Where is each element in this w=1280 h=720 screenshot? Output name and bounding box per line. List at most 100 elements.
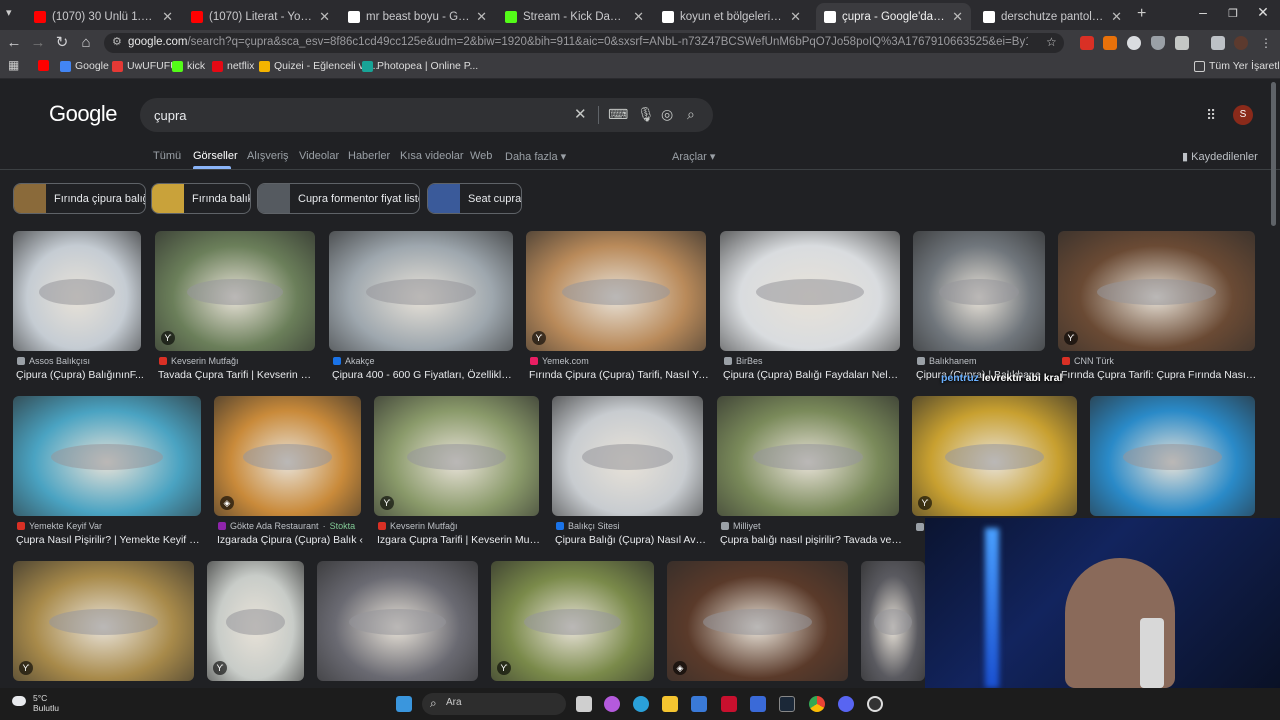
minimize-button[interactable]: – [1188, 4, 1218, 20]
tab-close-icon[interactable]: ✕ [162, 9, 173, 25]
image-thumbnail[interactable] [552, 396, 703, 516]
image-result-card[interactable]: ϒ Yemek.com Fırında Çipura (Çupra) Tarifi,… [526, 231, 709, 387]
result-title[interactable]: Çupra Nasıl Pişirilir? | Yemekte Keyif V… [16, 534, 204, 546]
camera-lens-icon[interactable]: ◎ [661, 106, 673, 123]
browser-tab[interactable]: (1070) 30 Ünlü 1.000.000 Dolar ✕ [26, 3, 181, 30]
search-tab[interactable]: Haberler [348, 150, 390, 162]
image-result-card[interactable]: ϒ CNN Türk Fırında Çupra Tarifi: Çupra Fır… [1058, 231, 1258, 387]
shield-icon[interactable] [1151, 36, 1165, 50]
result-source[interactable]: Balıkhanem [917, 356, 977, 366]
app-icon-red[interactable] [721, 696, 737, 712]
bookmark-item[interactable]: kick [172, 60, 205, 72]
image-thumbnail[interactable]: ϒ [491, 561, 654, 681]
result-source[interactable]: Akakçe [333, 356, 375, 366]
store-icon[interactable] [691, 696, 707, 712]
result-source[interactable]: Milliyet [721, 521, 761, 531]
bookmark-item[interactable] [38, 60, 49, 71]
image-result-card[interactable]: ϒ Kevserin Mutfağı Izgara Çupra Tarifi | K… [374, 396, 542, 552]
result-source[interactable]: Kevserin Mutfağı [378, 521, 458, 531]
reload-icon[interactable]: ↻ [52, 33, 72, 53]
chrome-icon[interactable] [809, 696, 825, 712]
image-result-card[interactable]: Balıkhanem Çipura (Çupra) | Balıkhane [913, 231, 1045, 387]
tab-search-button[interactable]: ▾ [6, 6, 12, 19]
image-thumbnail[interactable] [861, 561, 925, 681]
image-thumbnail[interactable]: ◈ [667, 561, 848, 681]
image-result-card[interactable]: BirBes Çipura (Çupra) Balığı Faydaları Ne… [720, 231, 903, 387]
image-thumbnail[interactable] [13, 231, 141, 351]
address-bar[interactable]: ⚙ google.com/search?q=çupra&sca_esv=8f86… [104, 33, 1064, 53]
image-result-card[interactable]: Milliyet Çupra balığı nasıl pişirilir? Ta… [717, 396, 902, 552]
result-source[interactable]: Yemekte Keyif Var [17, 521, 102, 531]
google-logo[interactable]: Google [49, 101, 117, 127]
search-box[interactable]: çupra ✕ ⌨ 🎙 ◎ ⌕ [140, 98, 713, 132]
window-close-button[interactable]: ✕ [1248, 4, 1278, 21]
image-result-card[interactable]: ◈ Gökte Ada Restaurant · Stokta Izgarada Ç… [214, 396, 363, 552]
image-thumbnail[interactable]: ϒ [912, 396, 1077, 516]
image-thumbnail[interactable] [720, 231, 900, 351]
image-thumbnail[interactable]: ϒ [374, 396, 539, 516]
result-title[interactable]: Izgara Çupra Tarifi | Kevserin Mutf... [377, 534, 542, 546]
microphone-icon[interactable]: 🎙 [637, 106, 655, 123]
result-source[interactable]: BirBes [724, 356, 763, 366]
extension-icon-1[interactable] [1080, 36, 1094, 50]
image-result-card[interactable]: Balıkçı Sitesi Çipura Balığı (Çupra) Nası… [552, 396, 706, 552]
bookmark-item[interactable]: Photopea | Online P... [362, 60, 478, 72]
result-source[interactable]: Yemek.com [530, 356, 589, 366]
account-avatar[interactable]: S [1233, 105, 1253, 125]
discord-icon[interactable] [838, 696, 854, 712]
app-icon-record[interactable] [867, 696, 883, 712]
weather-icon[interactable] [12, 696, 26, 706]
start-windows-icon[interactable] [396, 696, 412, 712]
result-title[interactable]: Çipura (Çupra) Balığı Faydaları Nelerd..… [723, 369, 903, 381]
result-title[interactable]: Çipura 400 - 600 G Fiyatları, Özellikler… [332, 369, 516, 381]
restore-button[interactable]: ❐ [1218, 7, 1248, 20]
saved-button[interactable]: ▮ Kaydedilenler [1182, 150, 1258, 163]
result-title[interactable]: Çipura (Çupra) BalığınınF... [16, 369, 144, 381]
result-title[interactable]: Çipura Balığı (Çupra) Nasıl Avl... [555, 534, 706, 546]
result-source[interactable]: Gökte Ada Restaurant · Stokta [218, 521, 355, 531]
tab-close-icon[interactable]: ✕ [790, 9, 801, 25]
result-title[interactable]: Çupra balığı nasıl pişirilir? Tavada ve … [720, 534, 902, 546]
result-source[interactable]: CNN Türk [1062, 356, 1114, 366]
tab-close-icon[interactable]: ✕ [476, 9, 487, 25]
image-result-card[interactable]: Akakçe Çipura 400 - 600 G Fiyatları, Özel… [329, 231, 516, 387]
result-source[interactable]: Balıkçı Sitesi [556, 521, 620, 531]
image-thumbnail[interactable] [1090, 396, 1255, 516]
browser-tab[interactable]: koyun et bölgeleri - Google'da ✕ [654, 3, 809, 30]
bookmark-item[interactable]: Quizei - Eğlenceli ve... [259, 60, 378, 72]
tab-close-icon[interactable]: ✕ [633, 9, 644, 25]
image-thumbnail[interactable]: ϒ [1058, 231, 1255, 351]
image-result-card[interactable]: Yemekte Keyif Var Çupra Nasıl Pişirilir? … [13, 396, 204, 552]
search-icon[interactable]: ⌕ [687, 106, 695, 123]
result-title[interactable]: Fırında Çupra Tarifi: Çupra Fırında Nası… [1061, 369, 1258, 381]
browser-tab[interactable]: (1070) Literat - YouTube ✕ [183, 3, 338, 30]
tab-close-icon[interactable]: ✕ [1111, 9, 1122, 25]
app-icon-blue[interactable] [750, 696, 766, 712]
image-thumbnail[interactable] [317, 561, 478, 681]
weather-widget[interactable]: 5°C Bulutlu [33, 693, 59, 713]
tab-close-icon[interactable]: ✕ [952, 9, 963, 25]
browser-tab[interactable]: Stream - Kick Dashboard ✕ [497, 3, 652, 30]
home-icon[interactable]: ⌂ [76, 33, 96, 53]
site-info-icon[interactable]: ⚙ [112, 35, 122, 48]
tools-button[interactable]: Araçlar ▾ [672, 150, 715, 163]
media-control-icon[interactable] [1211, 36, 1225, 50]
image-result-card[interactable]: ϒ Kevserin Mutfağı Tavada Çupra Tarifi | K… [155, 231, 318, 387]
clear-icon[interactable]: ✕ [574, 105, 587, 123]
browser-menu-icon[interactable]: ⋮ [1256, 33, 1276, 53]
image-result-card[interactable]: Assos Balıkçısı Çipura (Çupra) BalığınınF… [13, 231, 144, 387]
image-thumbnail[interactable]: ϒ [207, 561, 304, 681]
bookmark-item[interactable]: netflix [212, 60, 254, 72]
search-tab[interactable]: Daha fazla ▾ [505, 150, 566, 163]
taskbar-search[interactable]: ⌕ Ara [422, 693, 566, 715]
bookmark-star-icon[interactable]: ☆ [1046, 35, 1057, 49]
image-thumbnail[interactable]: ϒ [155, 231, 315, 351]
image-thumbnail[interactable]: ϒ [526, 231, 706, 351]
search-tab[interactable]: Alışveriş [247, 150, 289, 162]
image-thumbnail[interactable] [913, 231, 1045, 351]
image-thumbnail[interactable] [329, 231, 513, 351]
browser-tab[interactable]: derschutze pantolon - Google ✕ [975, 3, 1130, 30]
search-tab[interactable]: Tümü [153, 150, 181, 162]
back-icon[interactable]: ← [4, 33, 24, 53]
file-explorer-icon[interactable] [662, 696, 678, 712]
